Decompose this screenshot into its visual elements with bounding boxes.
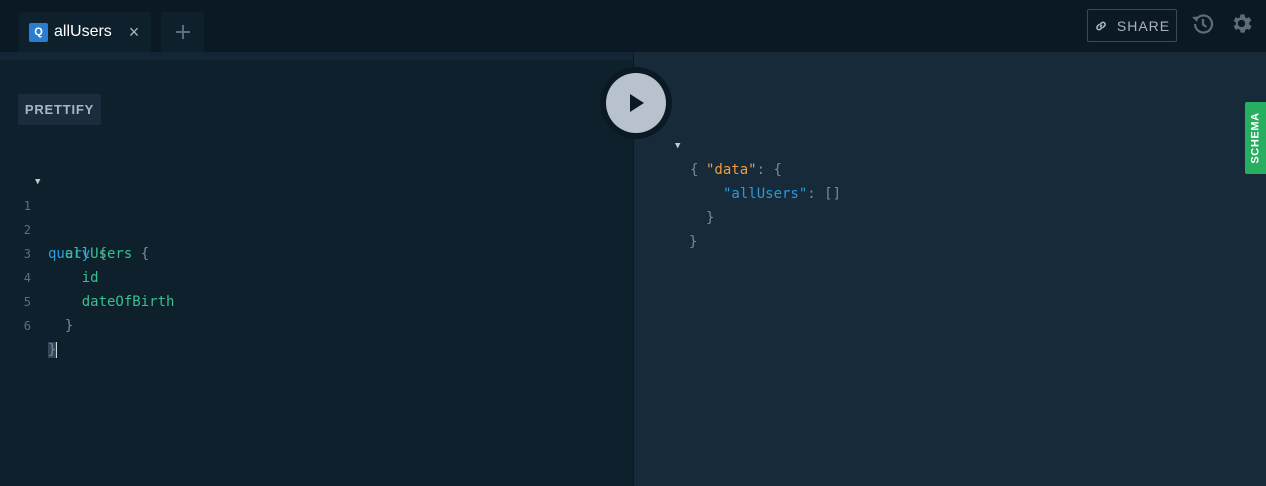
add-tab-button[interactable] [161,12,204,52]
result-line: ▼ { [672,110,1232,178]
history-icon[interactable] [1189,10,1217,38]
code-line: 4 dateOfBirth [0,242,600,310]
code-line: 1 ▼ query { [0,170,600,262]
code-line: 5 } [0,266,600,334]
code-line: 2 allUsers { [0,194,600,262]
code-line: 3 id [0,218,600,286]
result-line: "data": { [672,134,1232,178]
query-badge: Q [29,22,48,42]
link-icon [1096,21,1106,30]
result-line: "allUsers": [] [672,158,1232,202]
line-number: 6 [23,319,31,333]
query-editor[interactable]: PRETTIFY 1 ▼ query { 2 allUsers { 3 id 4… [0,52,633,486]
tab-title: allUsers [54,23,112,40]
code-line: 6 } [0,290,600,358]
fold-arrow-icon[interactable]: ▼ [35,170,40,194]
prettify-button[interactable]: PRETTIFY [18,94,101,125]
share-button[interactable]: SHARE [1087,9,1177,42]
top-bar: Q allUsers × SHARE [0,0,1266,52]
execute-button[interactable] [606,73,666,133]
share-label: SHARE [1116,17,1171,34]
schema-tab[interactable]: SCHEMA [1245,102,1266,174]
result-viewer: ▼ { "data": { "allUsers": [] } } [672,110,1232,250]
close-brace-cursor: } [48,342,58,358]
result-line: } [672,182,1232,226]
play-icon [630,94,644,112]
tab-allusers[interactable]: Q allUsers × [19,12,151,52]
gear-icon[interactable] [1229,11,1254,36]
close-brace: } [689,234,698,250]
close-brace: } [64,318,74,334]
result-line: } [672,206,1232,250]
query-code[interactable]: 1 ▼ query { 2 allUsers { 3 id 4 dateOfBi… [0,170,600,358]
plus-icon [175,25,190,39]
schema-label: SCHEMA [1249,112,1262,164]
close-icon[interactable]: × [127,22,141,42]
